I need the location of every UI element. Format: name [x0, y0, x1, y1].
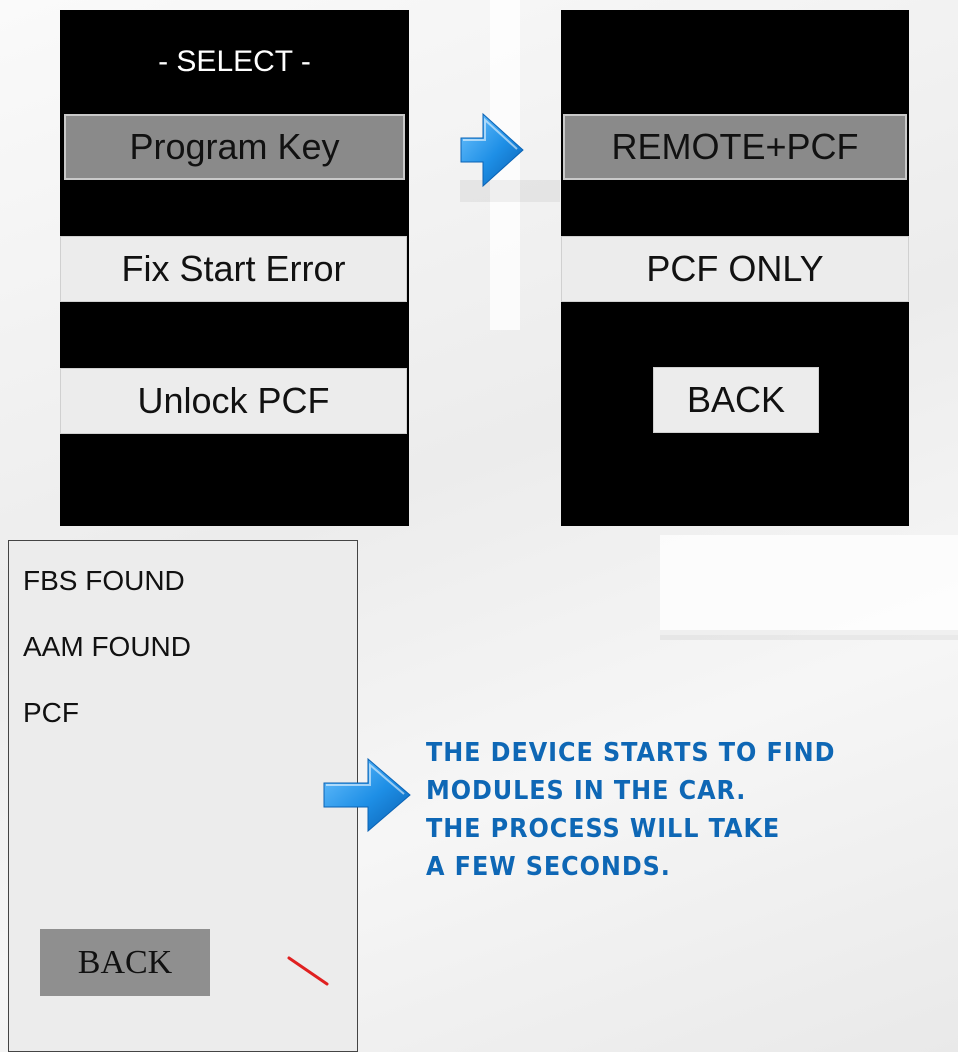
caption-line: THE PROCESS WILL TAKE [426, 814, 781, 844]
caption-line: A FEW SECONDS. [426, 852, 671, 882]
background-shadow [660, 630, 958, 640]
result-line: FBS FOUND [23, 565, 185, 596]
scan-results-screen: FBS FOUND AAM FOUND PCF BACK [8, 540, 358, 1052]
select-title: - SELECT - [158, 45, 311, 78]
instruction-caption: THE DEVICE STARTS TO FIND MODULES IN THE… [426, 734, 835, 886]
back-button[interactable]: BACK [653, 367, 819, 433]
back-button[interactable]: BACK [40, 929, 210, 996]
program-key-button[interactable]: Program Key [64, 114, 405, 180]
arrow-right-icon [323, 757, 411, 833]
unlock-pcf-button[interactable]: Unlock PCF [60, 368, 407, 434]
remote-pcf-button[interactable]: REMOTE+PCF [563, 114, 907, 180]
caption-line: MODULES IN THE CAR. [426, 776, 747, 806]
arrow-right-icon [460, 112, 524, 188]
loading-tick-icon [287, 956, 329, 986]
result-line: AAM FOUND [23, 631, 191, 662]
background-plane [660, 535, 958, 635]
select-screen: - SELECT - Program Key Fix Start Error U… [60, 10, 409, 526]
result-line: PCF [23, 697, 79, 728]
pcf-only-button[interactable]: PCF ONLY [561, 236, 909, 302]
caption-line: THE DEVICE STARTS TO FIND [426, 738, 836, 768]
fix-start-error-button[interactable]: Fix Start Error [60, 236, 407, 302]
program-key-screen: REMOTE+PCF PCF ONLY BACK [561, 10, 909, 526]
